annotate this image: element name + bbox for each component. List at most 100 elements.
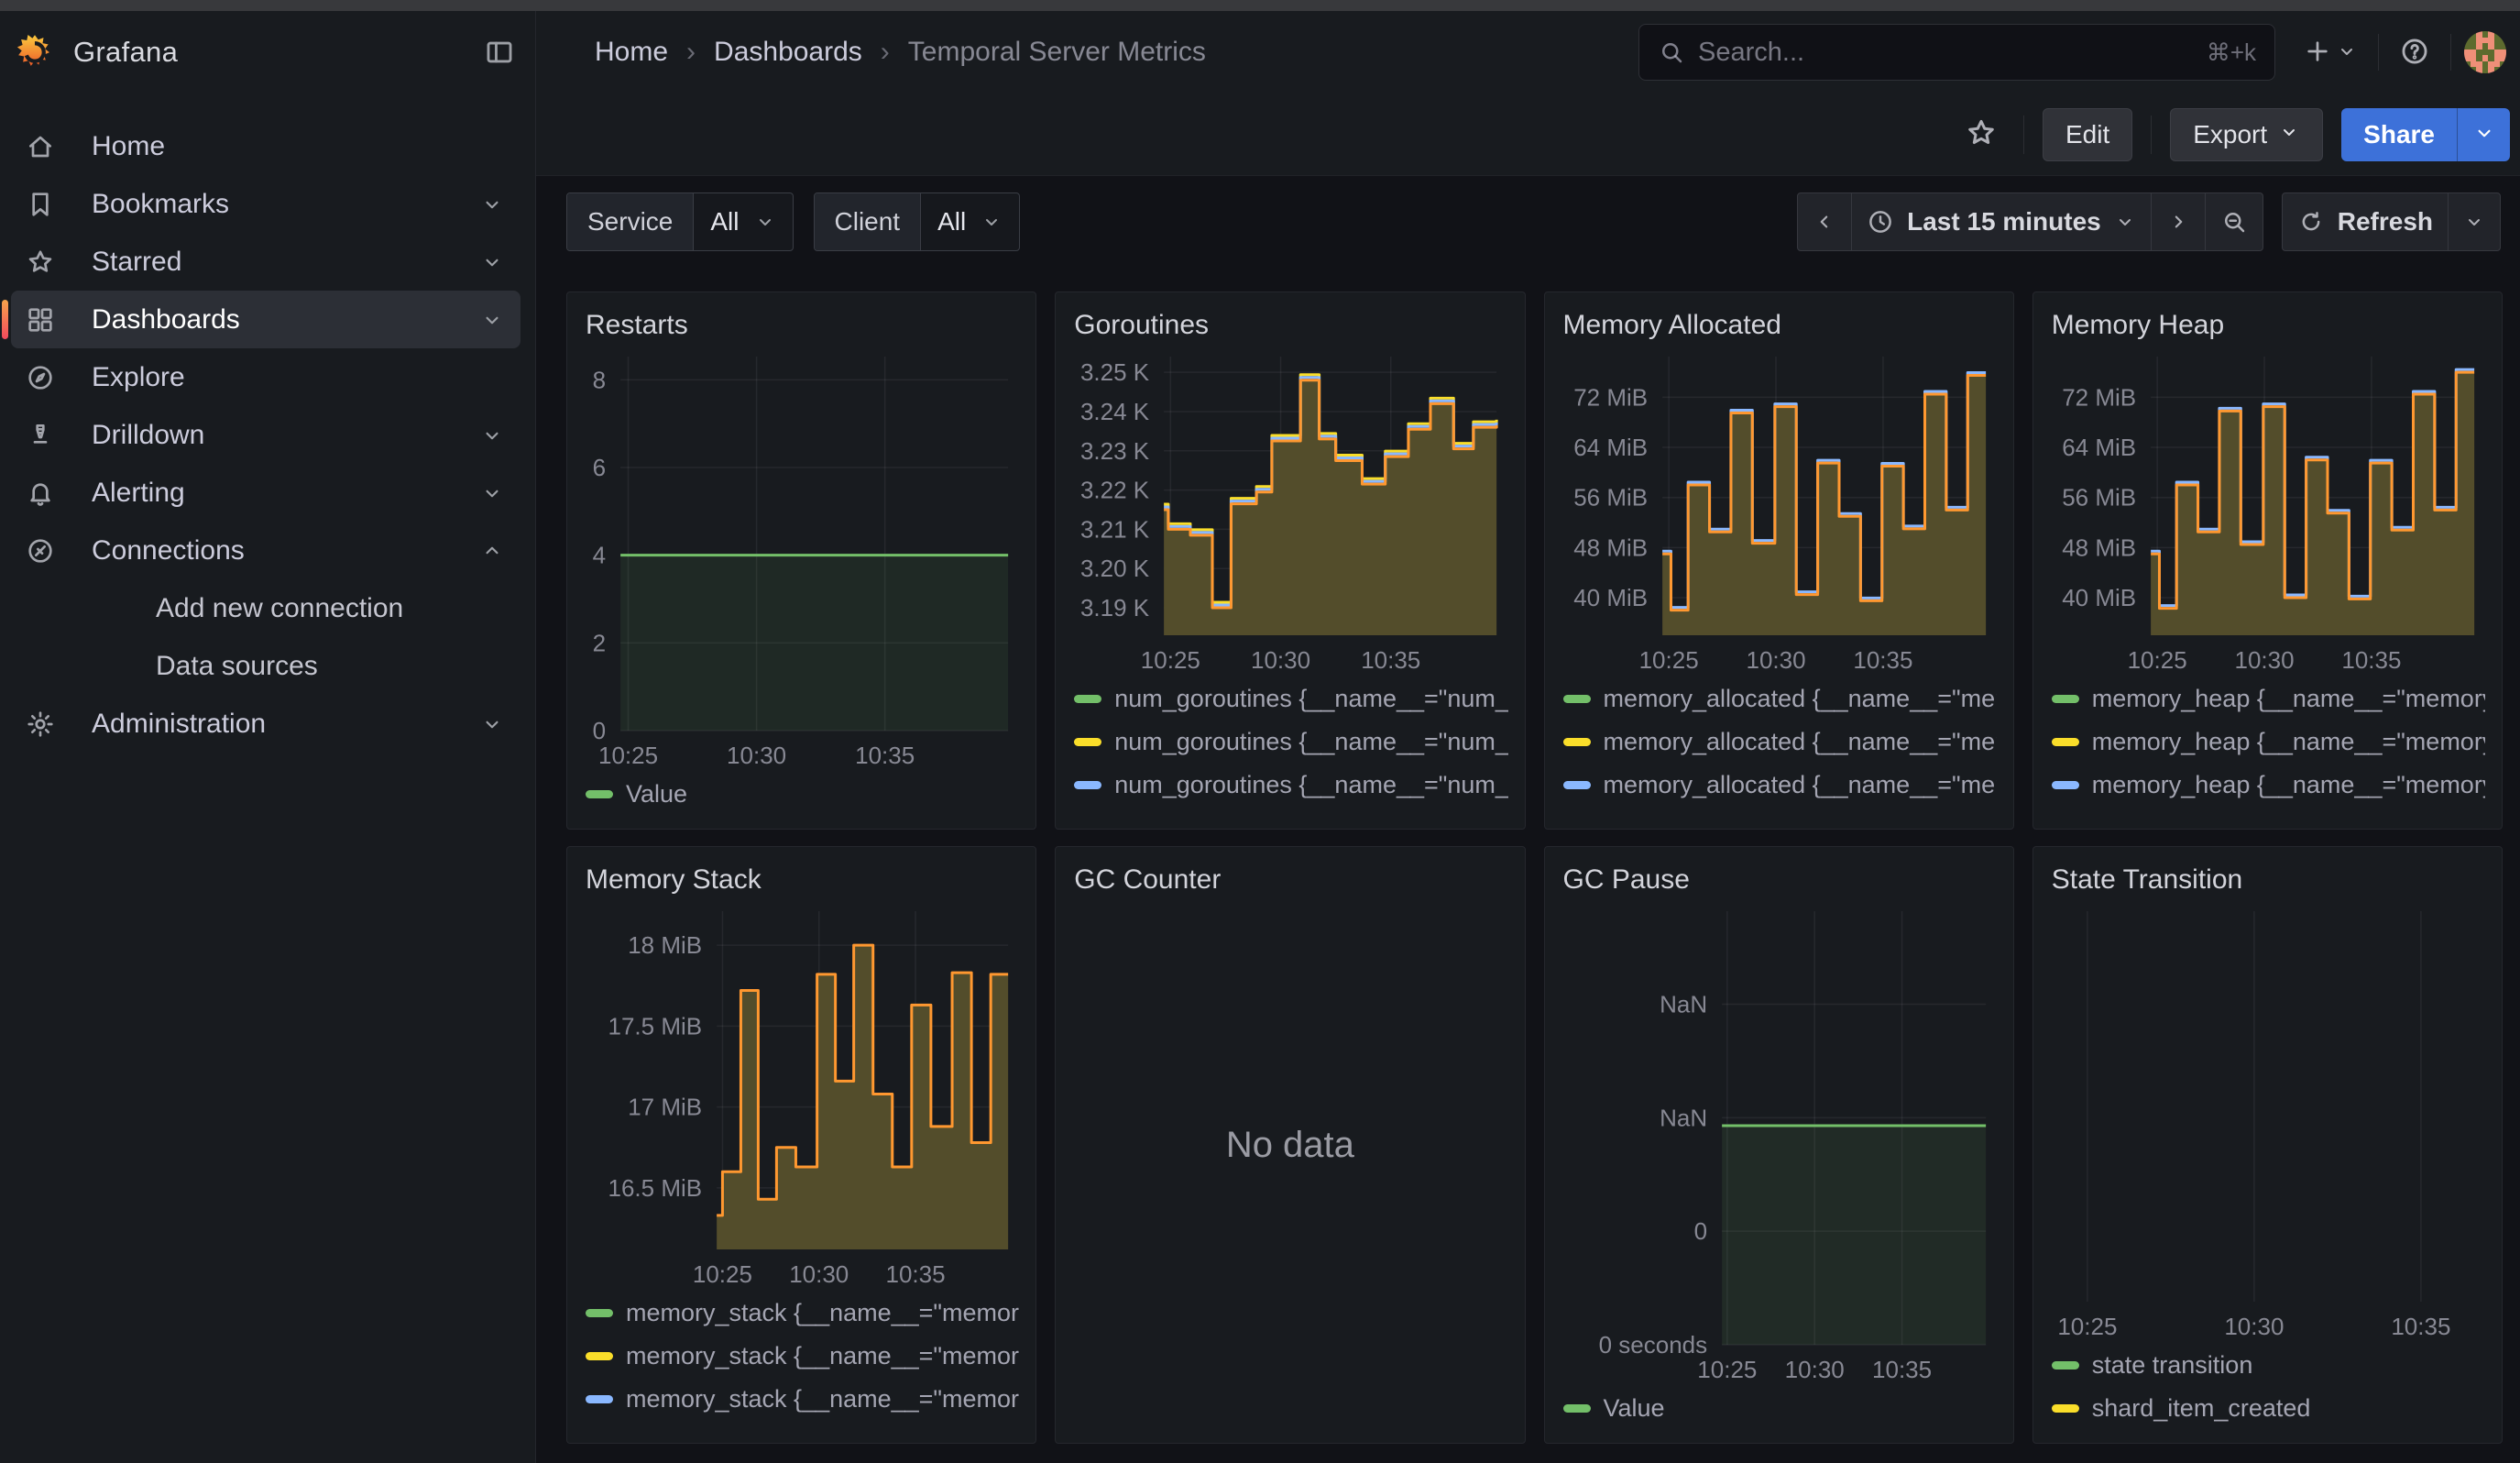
refresh-button[interactable]: Refresh [2283,193,2448,250]
panel-gc-pause: GC Pause 0 seconds0NaNNaN10:2510:3010:35V… [1544,846,2014,1444]
sidebar-item-dashboards[interactable]: Dashboards [11,291,520,348]
chart-memory-allocated[interactable]: 40 MiB48 MiB56 MiB64 MiB72 MiB10:2510:30… [1561,346,1997,676]
mega-menu-toggle-icon[interactable] [484,37,515,68]
panel-title[interactable]: State Transition [2052,864,2485,896]
sidebar-item-explore[interactable]: Explore [11,348,520,406]
sidebar-item-label: Home [92,131,165,162]
chevron-down-icon[interactable] [480,424,504,447]
svg-text:NaN: NaN [1660,1104,1707,1131]
search-input[interactable] [1698,38,2194,68]
share-button[interactable]: Share [2341,108,2457,161]
chart-memory-heap[interactable]: 40 MiB48 MiB56 MiB64 MiB72 MiB10:2510:30… [2050,346,2485,676]
panel-title[interactable]: Memory Heap [2052,309,2485,342]
chevron-down-icon[interactable] [480,192,504,216]
add-new-button[interactable] [2295,29,2365,76]
legend-swatch [586,1352,613,1360]
chart-restarts[interactable]: 0246810:2510:3010:35 [584,346,1019,771]
chart-goroutines[interactable]: 3.19 K3.20 K3.21 K3.22 K3.23 K3.24 K3.25… [1072,346,1507,676]
panel-title[interactable]: Restarts [586,309,1019,342]
legend-item[interactable]: num_goroutines {__name__="num_go [1072,720,1507,764]
favorite-star-button[interactable] [1957,109,2005,160]
legend-swatch [1074,695,1101,703]
time-range-picker[interactable]: Last 15 minutes [1851,193,2151,250]
legend-item[interactable]: memory_stack {__name__="memory_s [584,1292,1019,1335]
sidebar-item-connections[interactable]: Connections [11,522,520,579]
legend-item[interactable]: state transition [2050,1344,2485,1387]
sidebar-item-alerting[interactable]: Alerting [11,464,520,522]
chevron-down-icon [2114,211,2136,233]
legend-item[interactable]: num_goroutines {__name__="num_go [1072,807,1507,816]
plug-icon [26,536,55,566]
time-forward-button[interactable] [2151,193,2205,250]
legend-item[interactable]: Value [584,773,1019,816]
zoom-out-button[interactable] [2205,193,2263,250]
brand-text: Grafana [73,36,178,69]
chart-memory-stack[interactable]: 16.5 MiB17 MiB17.5 MiB18 MiB10:2510:3010… [584,900,1019,1290]
sidebar-item-administration[interactable]: Administration [11,695,520,753]
legend-item[interactable]: memory_stack {__name__="memory_s [584,1378,1019,1421]
chevron-down-icon[interactable] [480,308,504,332]
sidebar-item-data-sources[interactable]: Data sources [11,637,520,695]
clock-icon [1867,208,1894,236]
plus-icon [2303,37,2332,69]
legend-item[interactable]: shard_item_created [2050,1387,2485,1430]
edit-button[interactable]: Edit [2043,108,2132,161]
legend-item[interactable]: memory_allocated {__name__="memo [1561,807,1997,816]
toolbar-divider [2151,116,2152,154]
help-button[interactable] [2392,28,2438,77]
legend-item[interactable]: memory_heap {__name__="memory_h [2050,677,2485,720]
legend-label: memory_allocated {__name__="memo [1604,814,1997,816]
legend-item[interactable]: num_goroutines {__name__="num_go [1072,677,1507,720]
chevron-up-icon[interactable] [480,539,504,563]
svg-text:0: 0 [593,717,606,744]
time-back-button[interactable] [1798,193,1851,250]
breadcrumb-item[interactable]: Home [595,37,668,68]
legend-label: num_goroutines {__name__="num_go [1114,728,1507,756]
sidebar-item-bookmarks[interactable]: Bookmarks [11,175,520,233]
chevron-down-icon [754,211,776,233]
chevron-down-icon[interactable] [480,481,504,505]
legend-item[interactable]: Value [1561,1387,1997,1430]
panel-title[interactable]: GC Pause [1563,864,1997,896]
sidebar-item-drilldown[interactable]: Drilldown [11,406,520,464]
legend-item[interactable]: memory_stack {__name__="memory_s [584,1421,1019,1430]
legend-item[interactable]: memory_stack {__name__="memory_s [584,1335,1019,1378]
sidebar-item-starred[interactable]: Starred [11,233,520,291]
svg-text:8: 8 [593,366,606,393]
filter-value-dropdown[interactable]: All [921,193,1019,250]
chevron-down-icon[interactable] [480,250,504,274]
legend-swatch [1563,695,1591,703]
legend-label: memory_heap {__name__="memory_h [2092,728,2485,756]
panel-restarts: Restarts 0246810:2510:3010:35Value [566,292,1036,830]
legend-item[interactable]: memory_heap {__name__="memory_h [2050,807,2485,816]
refresh-label: Refresh [2338,207,2433,236]
chart-state-transition[interactable]: 10:2510:3010:35 [2050,900,2485,1342]
legend-item[interactable]: memory_heap {__name__="memory_h [2050,764,2485,807]
share-menu-button[interactable] [2457,108,2510,161]
svg-text:72 MiB: 72 MiB [2062,383,2136,411]
search-box[interactable]: ⌘+k [1638,24,2275,81]
breadcrumb-item[interactable]: Dashboards [714,37,862,68]
legend-item[interactable]: num_goroutines {__name__="num_go [1072,764,1507,807]
panel-title[interactable]: Memory Allocated [1563,309,1997,342]
grafana-logo-icon[interactable] [16,34,53,71]
legend-item[interactable]: memory_allocated {__name__="memo [1561,720,1997,764]
sidebar-item-home[interactable]: Home [11,117,520,175]
panel-title[interactable]: Goroutines [1074,309,1507,342]
chart-gc-pause[interactable]: 0 seconds0NaNNaN10:2510:3010:35 [1561,900,1997,1385]
panel-gc-counter: GC CounterNo data [1055,846,1525,1444]
sidebar-item-add-new-connection[interactable]: Add new connection [11,579,520,637]
legend-item[interactable]: memory_heap {__name__="memory_h [2050,720,2485,764]
chevron-down-icon [2472,121,2496,148]
chevron-down-icon[interactable] [480,712,504,736]
refresh-interval-button[interactable] [2448,193,2500,250]
panel-title[interactable]: Memory Stack [586,864,1019,896]
avatar[interactable] [2464,31,2506,73]
filter-value-dropdown[interactable]: All [694,193,792,250]
legend-item[interactable]: memory_allocated {__name__="memo [1561,677,1997,720]
breadcrumb-item: Temporal Server Metrics [908,37,1206,68]
svg-text:48 MiB: 48 MiB [2062,534,2136,561]
svg-text:3.21 K: 3.21 K [1080,515,1150,543]
legend-item[interactable]: memory_allocated {__name__="memo [1561,764,1997,807]
export-button[interactable]: Export [2170,108,2323,161]
